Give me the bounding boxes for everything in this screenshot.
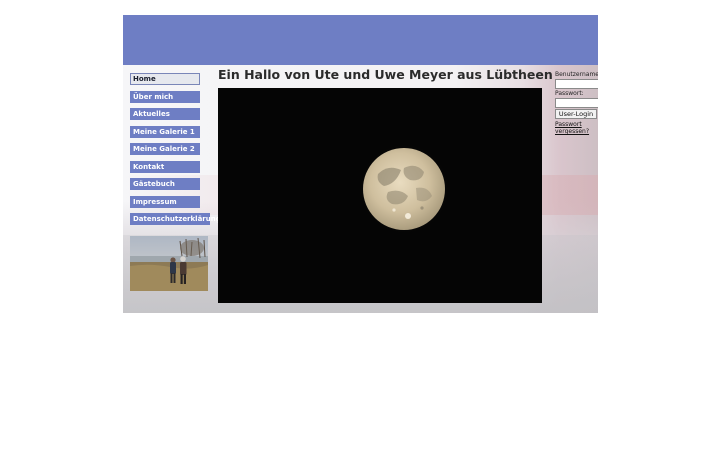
forgot-password-link[interactable]: Passwort vergessen? xyxy=(555,121,595,135)
page-container: Home Über mich Aktuelles Meine Galerie 1… xyxy=(123,15,598,313)
login-button[interactable]: User-Login xyxy=(555,109,597,119)
username-label: Benutzername: xyxy=(555,71,598,78)
login-form: Benutzername: Passwort: User-Login Passw… xyxy=(555,71,598,135)
nav-item-impressum[interactable]: Impressum xyxy=(130,195,200,208)
nav-item-home[interactable]: Home xyxy=(130,73,200,85)
header-banner xyxy=(123,15,598,65)
password-label: Passwort: xyxy=(555,90,584,97)
nav-item-ueber-mich[interactable]: Über mich xyxy=(130,90,200,103)
nav-item-aktuelles[interactable]: Aktuelles xyxy=(130,108,200,120)
nav-item-galerie-1[interactable]: Meine Galerie 1 xyxy=(130,125,200,138)
page-title: Ein Hallo von Ute und Uwe Meyer aus Lübt… xyxy=(218,67,553,82)
nav-item-datenschutz[interactable]: Datenschutzerklärung xyxy=(130,213,221,225)
nav-item-galerie-2[interactable]: Meine Galerie 2 xyxy=(130,143,200,155)
couple-photo xyxy=(130,236,208,291)
password-input[interactable] xyxy=(555,98,598,108)
nav-item-gaestebuch[interactable]: Gästebuch xyxy=(130,178,200,190)
username-input[interactable] xyxy=(555,79,598,89)
main-navigation: Home Über mich Aktuelles Meine Galerie 1… xyxy=(130,73,221,231)
nav-item-kontakt[interactable]: Kontakt xyxy=(130,160,200,173)
full-moon-photo xyxy=(218,88,542,303)
